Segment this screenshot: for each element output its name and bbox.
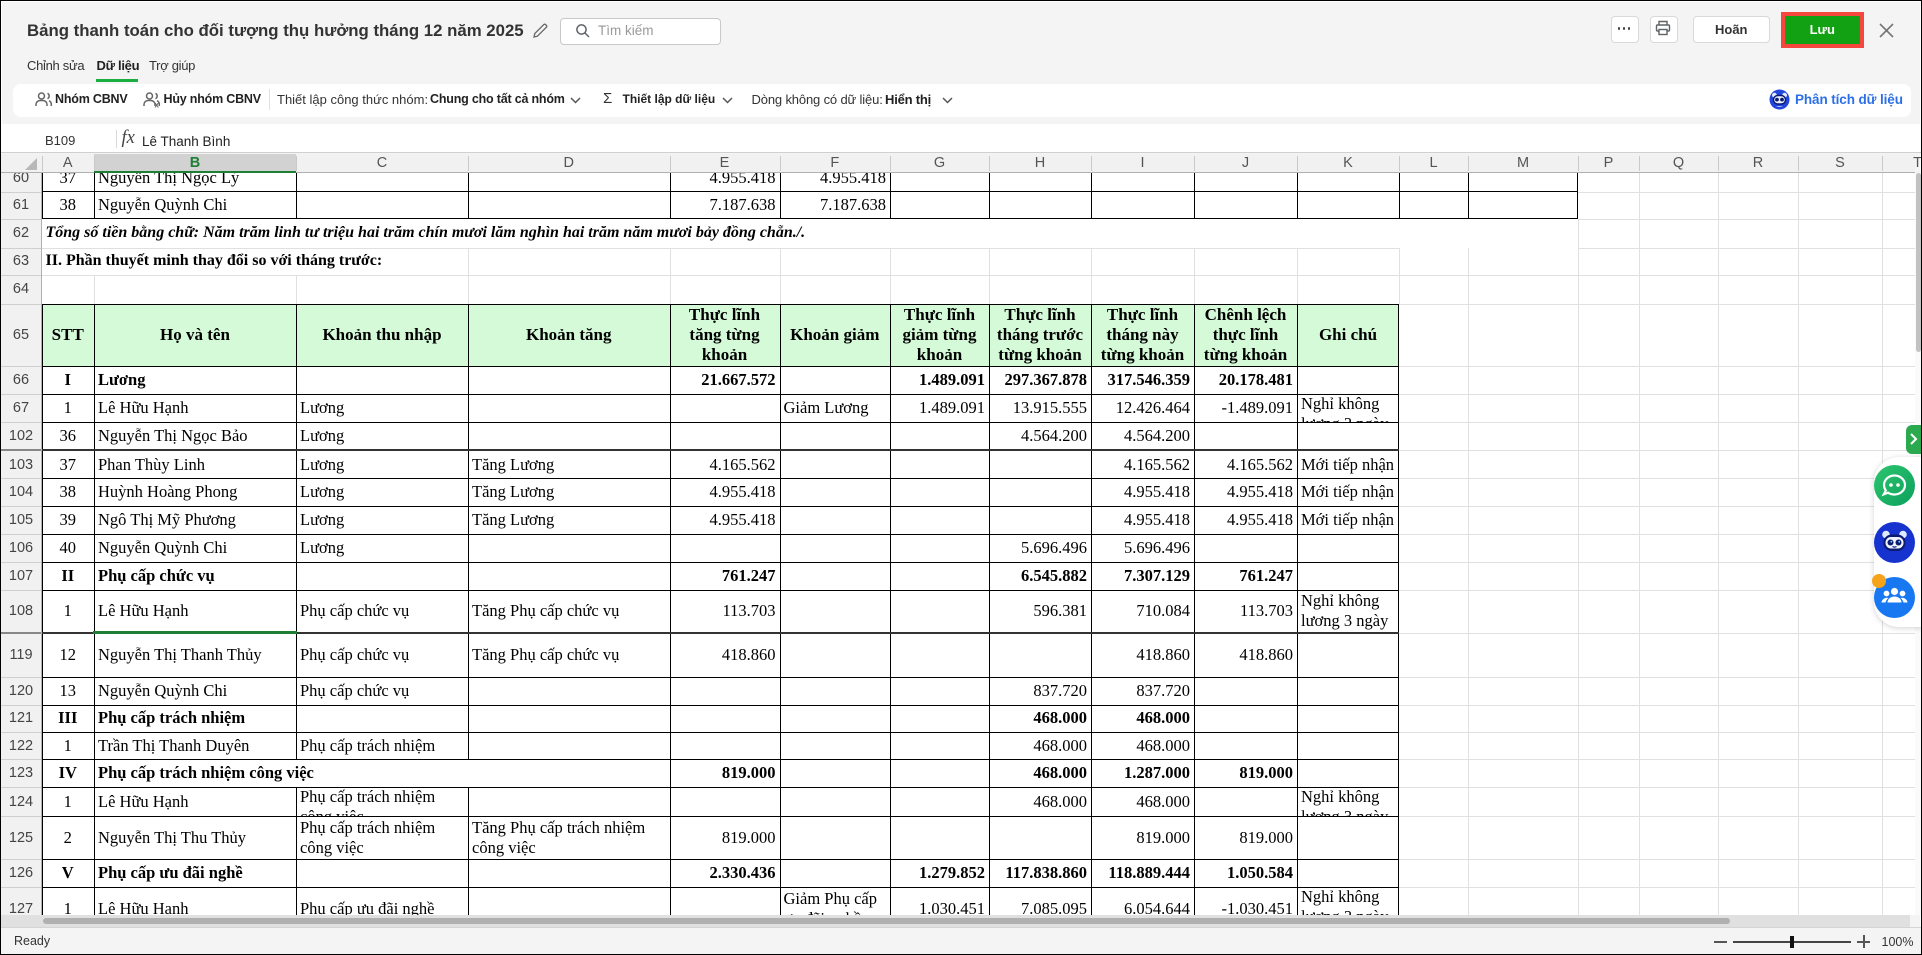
svg-text:x: x [155, 101, 160, 110]
